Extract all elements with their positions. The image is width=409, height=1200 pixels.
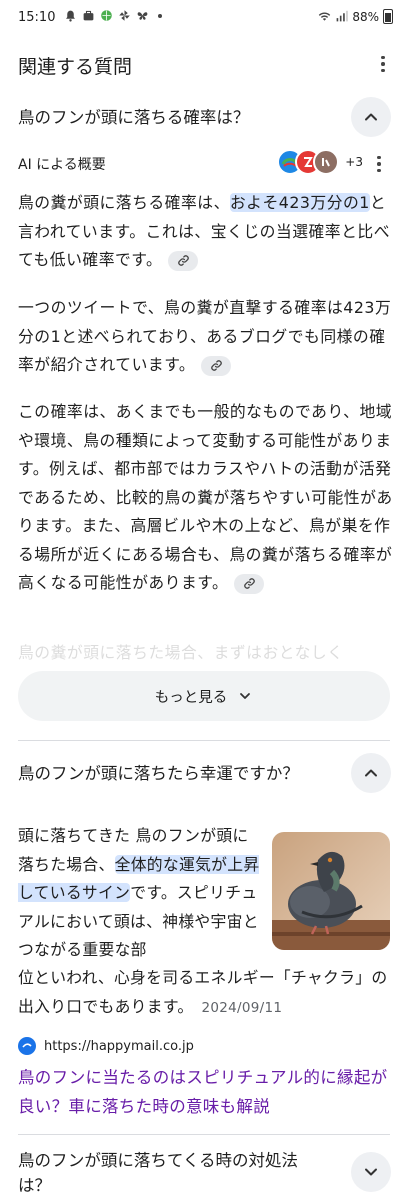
collapse-button[interactable]	[351, 97, 391, 137]
question-text: 鳥のフンが頭に落ちたら幸運ですか？	[18, 764, 299, 783]
globe-app-icon	[101, 10, 112, 21]
ai-paragraph-3: この確率は、あくまでも一般的なものであり、地域や環境、鳥の種類によって変動する可…	[18, 398, 394, 598]
result-title-link[interactable]: 鳥のフンに当たるのはスピリチュアル的に縁起が良い？車に落ちた時の意味も解説	[18, 1064, 398, 1121]
wifi-icon	[319, 12, 331, 21]
signal-icon	[336, 10, 348, 22]
site-favicon-icon	[18, 1037, 36, 1055]
ai-paragraph-2: 一つのツイートで、鳥の糞が直撃する確率は423万分の1と述べられており、あるブロ…	[18, 294, 394, 380]
divider	[18, 1134, 390, 1135]
battery-percent: 88%	[352, 9, 379, 24]
source-site-row[interactable]: https://happymail.co.jp	[18, 1037, 194, 1055]
more-notifications-dot	[158, 13, 162, 18]
faded-continuation-text: 鳥の糞が頭に落ちた場合、まずはおとなしく	[18, 643, 344, 662]
answer-snippet-continued: 位といわれ、心身を司るエネルギー「チャクラ」の出入り口でもあります。 2024/0…	[18, 964, 398, 1022]
link-icon	[244, 578, 255, 589]
question-row-1[interactable]: 鳥のフンが頭に落ちる確率は？	[0, 97, 409, 141]
snippet-date: 2024/09/11	[201, 999, 283, 1016]
briefcase-icon	[83, 10, 94, 21]
ai-source-logos[interactable]: +3	[277, 149, 363, 175]
battery-icon	[383, 9, 393, 24]
status-time: 15:10	[18, 10, 56, 25]
highlighted-answer: およそ423万分の1	[229, 193, 370, 212]
pigeon-image	[272, 832, 390, 950]
chevron-up-icon	[365, 113, 377, 121]
expand-button[interactable]	[351, 1152, 391, 1192]
site-url: https://happymail.co.jp	[44, 1038, 194, 1054]
chevron-down-icon	[365, 1168, 377, 1176]
question-row-3[interactable]: 鳥のフンが頭に落ちてくる時の対処法は？	[0, 1146, 409, 1200]
source-logo-icon	[313, 149, 340, 175]
paragraph-text: この確率は、あくまでも一般的なものであり、地域や環境、鳥の種類によって変動する可…	[18, 402, 393, 592]
show-more-button[interactable]: もっと見る	[18, 671, 390, 721]
chevron-up-icon	[365, 769, 377, 777]
system-status: 88%	[318, 9, 393, 24]
ai-overview-label: AI による概要	[18, 157, 106, 173]
question-text: 鳥のフンが頭に落ちる確率は？	[18, 108, 250, 127]
source-link-chip[interactable]	[234, 573, 265, 594]
source-link-chip[interactable]	[168, 250, 199, 271]
link-icon	[210, 360, 222, 371]
section-more-options-icon[interactable]	[371, 52, 395, 76]
question-row-2[interactable]: 鳥のフンが頭に落ちたら幸運ですか？	[0, 753, 409, 797]
link-icon	[178, 255, 189, 266]
chevron-down-icon	[240, 693, 251, 699]
ai-overview-more-options-icon[interactable]	[367, 152, 391, 176]
pigeon-thumbnail[interactable]	[272, 832, 390, 950]
more-sources-count: +3	[345, 155, 363, 169]
section-title: 関連する質問	[18, 56, 133, 78]
ai-paragraph-1: 鳥の糞が頭に落ちる確率は、およそ423万分の1と言われています。これは、宝くじの…	[18, 189, 394, 275]
collapse-button[interactable]	[351, 753, 391, 793]
bell-icon	[66, 10, 75, 22]
paragraph-text: 鳥の糞が頭に落ちる確率は、	[18, 193, 230, 212]
divider	[18, 740, 390, 741]
answer-snippet: 頭に落ちてきた 鳥のフンが頭に落ちた場合、全体的な運気が上昇しているサインです。…	[18, 822, 263, 965]
notification-icons	[64, 9, 162, 22]
butterfly-icon	[137, 12, 148, 20]
question-text: 鳥のフンが頭に落ちてくる時の対処法は？	[18, 1151, 299, 1195]
pinwheel-icon	[119, 10, 130, 21]
show-more-label: もっと見る	[154, 689, 228, 706]
source-link-chip[interactable]	[201, 355, 232, 376]
status-bar: 15:10 88%	[0, 0, 409, 36]
